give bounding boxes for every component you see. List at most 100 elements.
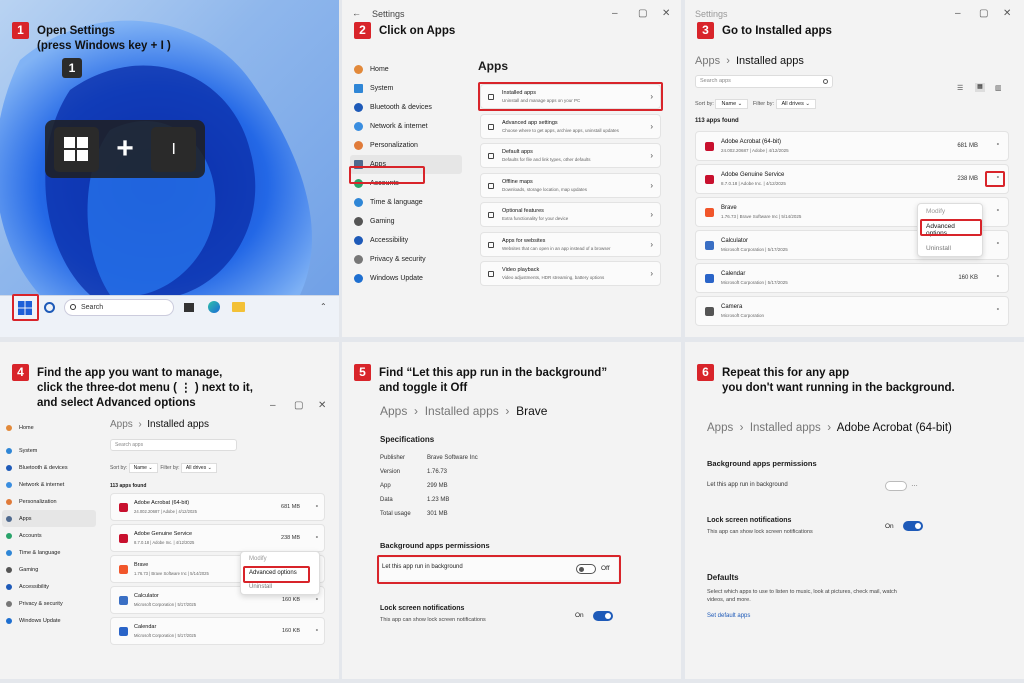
nav-item[interactable]: Time & language [2, 544, 96, 561]
nav-item[interactable]: System [350, 79, 462, 98]
grid-view-icon[interactable]: ▦ [975, 83, 985, 92]
nav-item[interactable]: Accessibility [2, 578, 96, 595]
app-meta: 1.76.73 | Brave Software Inc | 5/14/2025 [134, 571, 209, 576]
network-icon [354, 122, 363, 131]
chevron-right-icon: › [650, 210, 653, 219]
search-apps-input[interactable]: Search apps [110, 439, 237, 451]
task-view-icon[interactable] [184, 303, 194, 312]
spec-value: 1.76.73 [427, 469, 448, 475]
background-toggle-highlight [377, 555, 621, 584]
search-apps-input[interactable]: Search apps [695, 75, 833, 88]
edge-icon[interactable] [208, 301, 220, 313]
filter-dropdown[interactable]: All drives ⌄ [180, 463, 217, 473]
list-view-icon[interactable]: ☰ [957, 84, 963, 92]
nav-item-apps[interactable]: Apps [2, 510, 96, 527]
defaults-heading: Defaults [707, 573, 739, 582]
copilot-icon[interactable] [44, 302, 55, 313]
windows-update-icon [354, 274, 363, 283]
minimize-button[interactable]: – [270, 400, 276, 411]
settings-item[interactable]: Default apps Defaults for file and link t… [480, 143, 661, 168]
sort-dropdown[interactable]: Name ⌄ [715, 99, 749, 109]
close-button[interactable]: ✕ [318, 400, 326, 411]
maximize-button[interactable]: ▢ [979, 8, 988, 19]
settings-item[interactable]: Advanced app settings Choose where to get… [480, 113, 661, 139]
more-options-icon[interactable]: ••• [316, 503, 318, 508]
nav-item[interactable]: Privacy & security [2, 595, 96, 612]
tray-chevron-icon[interactable]: ⌃ [320, 302, 327, 311]
lock-screen-toggle[interactable] [903, 521, 923, 531]
bluetooth-icon [354, 103, 363, 112]
more-options-icon[interactable]: ••• [997, 240, 999, 245]
window-title: Settings [372, 9, 405, 19]
minimize-button[interactable]: – [612, 8, 618, 19]
step-title: Open Settings (press Windows key + I ) [37, 25, 171, 52]
nav-item[interactable]: Accessibility [350, 231, 462, 250]
nav-item[interactable]: Privacy & security [350, 250, 462, 269]
lock-screen-description: This app can show lock screen notificati… [707, 529, 813, 535]
taskbar-search[interactable]: Search [64, 299, 174, 316]
apps-count: 113 apps found [110, 483, 147, 489]
settings-item[interactable]: Optional features Extra functionality for… [480, 202, 661, 227]
nav-item[interactable]: Personalization [2, 493, 96, 510]
lock-screen-heading: Lock screen notifications [380, 605, 465, 612]
background-dropdown[interactable] [885, 481, 907, 491]
app-size: 681 MB [281, 504, 300, 510]
lock-screen-heading: Lock screen notifications [707, 517, 792, 524]
app-size: 238 MB [281, 535, 300, 541]
app-name: Camera [721, 304, 743, 310]
tile-view-icon[interactable]: ▥ [995, 84, 1002, 92]
nav-item[interactable]: Windows Update [2, 612, 96, 629]
app-icon [119, 503, 128, 512]
more-options-icon[interactable]: ••• [316, 627, 318, 632]
sort-dropdown[interactable]: Name ⌄ [128, 463, 158, 473]
nav-item[interactable]: Network & internet [2, 476, 96, 493]
more-options-icon[interactable]: ••• [997, 141, 999, 146]
settings-item[interactable]: Offline maps Downloads, storage location,… [480, 172, 661, 198]
badge-one: 1 [62, 58, 82, 78]
gaming-icon [354, 217, 363, 226]
nav-item[interactable]: Gaming [350, 212, 462, 231]
back-arrow-icon[interactable]: ← [352, 8, 361, 18]
search-icon [823, 79, 828, 84]
menu-item-modify[interactable]: Modify [918, 204, 982, 219]
menu-item-modify[interactable]: Modify [241, 552, 319, 566]
app-row: Calendar Microsoft Corporation | 5/17/202… [695, 263, 1009, 293]
menu-item-uninstall[interactable]: Uninstall [918, 241, 982, 256]
nav-item[interactable]: Windows Update [350, 269, 462, 288]
filter-dropdown[interactable]: All drives ⌄ [775, 99, 816, 109]
close-button[interactable]: ✕ [662, 8, 670, 19]
nav-item[interactable]: Home [2, 422, 96, 434]
more-options-icon[interactable]: ••• [316, 596, 318, 601]
nav-item[interactable]: Time & language [350, 193, 462, 212]
time-language-icon [354, 198, 363, 207]
nav-item[interactable]: Bluetooth & devices [2, 459, 96, 476]
more-options-icon[interactable]: ••• [997, 273, 999, 278]
more-options-icon[interactable]: ••• [997, 207, 999, 212]
settings-item[interactable]: Video playback Video adjustments, HDR str… [480, 261, 661, 286]
minimize-button[interactable]: – [955, 8, 961, 19]
nav-item[interactable]: System [2, 442, 96, 459]
settings-item[interactable]: Apps for websites Websites that can open … [480, 231, 661, 257]
specifications-heading: Specifications [380, 435, 435, 444]
nav-item[interactable]: Network & internet [350, 117, 462, 136]
privacy-icon [354, 255, 363, 264]
lock-screen-toggle[interactable] [593, 611, 613, 621]
nav-item[interactable]: Gaming [2, 561, 96, 578]
file-explorer-icon[interactable] [232, 302, 245, 312]
more-options-icon[interactable]: ••• [316, 534, 318, 539]
more-options-icon[interactable]: ••• [997, 306, 999, 311]
maximize-button[interactable]: ▢ [638, 8, 647, 19]
step-number: 2 [354, 22, 371, 39]
app-icon [119, 534, 128, 543]
app-name: Adobe Genuine Service [721, 172, 785, 178]
more-options-icon[interactable]: … [911, 481, 918, 488]
close-button[interactable]: ✕ [1003, 8, 1011, 19]
app-icon [705, 175, 714, 184]
nav-item[interactable]: Accounts [2, 527, 96, 544]
nav-item[interactable]: Home [350, 60, 462, 79]
advanced-options-highlight [920, 219, 982, 236]
maximize-button[interactable]: ▢ [294, 400, 303, 411]
set-default-apps-link[interactable]: Set default apps [707, 613, 750, 619]
nav-item[interactable]: Personalization [350, 136, 462, 155]
nav-item[interactable]: Bluetooth & devices [350, 98, 462, 117]
